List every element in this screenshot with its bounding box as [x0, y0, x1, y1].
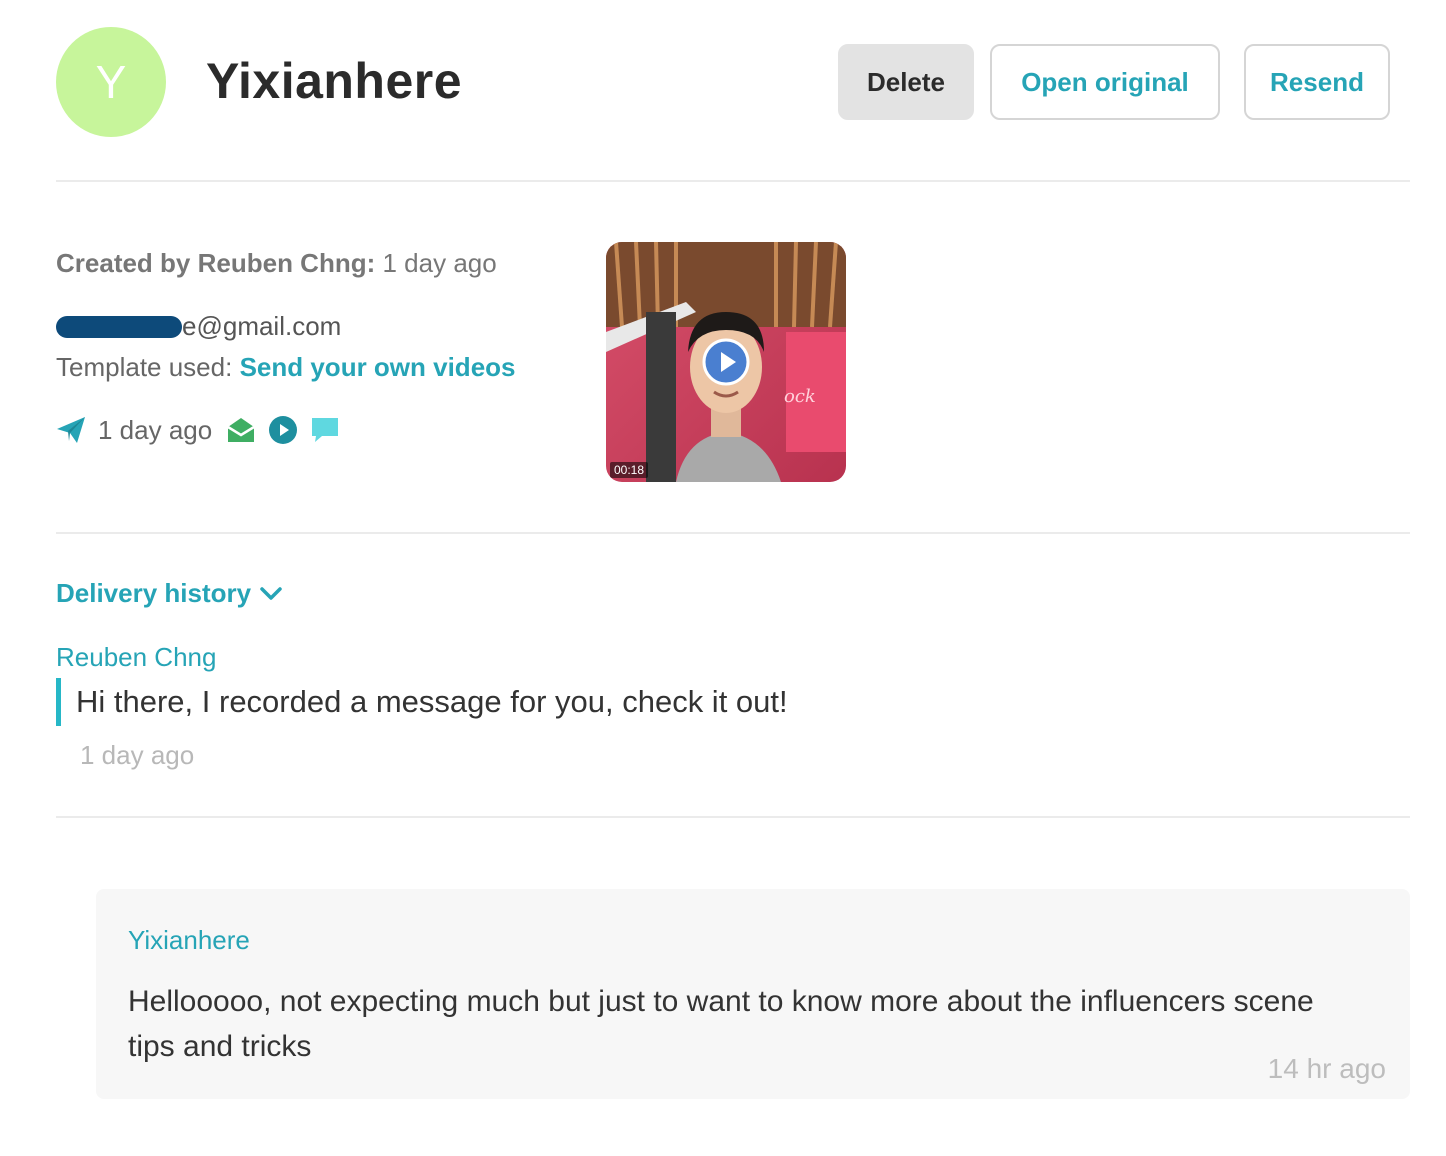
opened-envelope-icon: [226, 416, 256, 444]
email-suffix: e@gmail.com: [182, 311, 342, 341]
divider: [56, 816, 1410, 818]
reply-author: Yixianhere: [128, 925, 250, 955]
divider: [56, 180, 1410, 182]
play-icon: [702, 338, 750, 386]
svg-text:ock: ock: [784, 386, 816, 407]
avatar: Y: [56, 27, 166, 137]
template-label: Template used:: [56, 352, 233, 382]
message-time: 1 day ago: [80, 740, 195, 770]
play-circle-icon: [268, 415, 298, 445]
template-line: Template used: Send your own videos: [56, 352, 516, 383]
sent-time: 1 day ago: [98, 414, 213, 445]
created-by-colon: :: [366, 248, 376, 278]
contact-name: Yixianhere: [206, 53, 463, 109]
divider: [56, 532, 1410, 534]
template-link[interactable]: Send your own videos: [240, 352, 516, 382]
chevron-down-icon: [259, 586, 283, 602]
video-duration: 00:18: [610, 462, 649, 478]
paper-plane-icon: [56, 416, 86, 444]
open-original-button[interactable]: Open original: [990, 44, 1220, 120]
video-thumbnail[interactable]: ock 00:18: [606, 242, 846, 482]
message-detail-page: Y Yixianhere Delete Open original Resend…: [0, 0, 1446, 1156]
recipient-email: e@gmail.com: [56, 311, 341, 342]
reply-text: Hellooooo, not expecting much but just t…: [128, 985, 1314, 1063]
delivery-history-toggle[interactable]: Delivery history: [56, 578, 283, 609]
redaction-mark: [56, 315, 182, 338]
message-text: Hi there, I recorded a message for you, …: [76, 684, 788, 719]
sender-name: Reuben Chng: [56, 642, 217, 672]
reply-card: Yixianhere Hellooooo, not expecting much…: [96, 889, 1410, 1099]
created-time: 1 day ago: [382, 248, 497, 278]
resend-button[interactable]: Resend: [1244, 44, 1390, 120]
delivery-history-label: Delivery history: [56, 578, 252, 608]
created-by-line: Created by Reuben Chng: 1 day ago: [56, 248, 497, 279]
message-quote: Hi there, I recorded a message for you, …: [56, 678, 788, 726]
created-by-label: Created by Reuben Chng: [56, 248, 367, 278]
reply-time: 14 hr ago: [1267, 1053, 1386, 1084]
speech-bubble-icon: [310, 415, 340, 445]
avatar-letter: Y: [95, 56, 127, 108]
play-button[interactable]: [702, 338, 750, 391]
status-row: 1 day ago: [56, 412, 352, 448]
delete-button[interactable]: Delete: [838, 44, 974, 120]
